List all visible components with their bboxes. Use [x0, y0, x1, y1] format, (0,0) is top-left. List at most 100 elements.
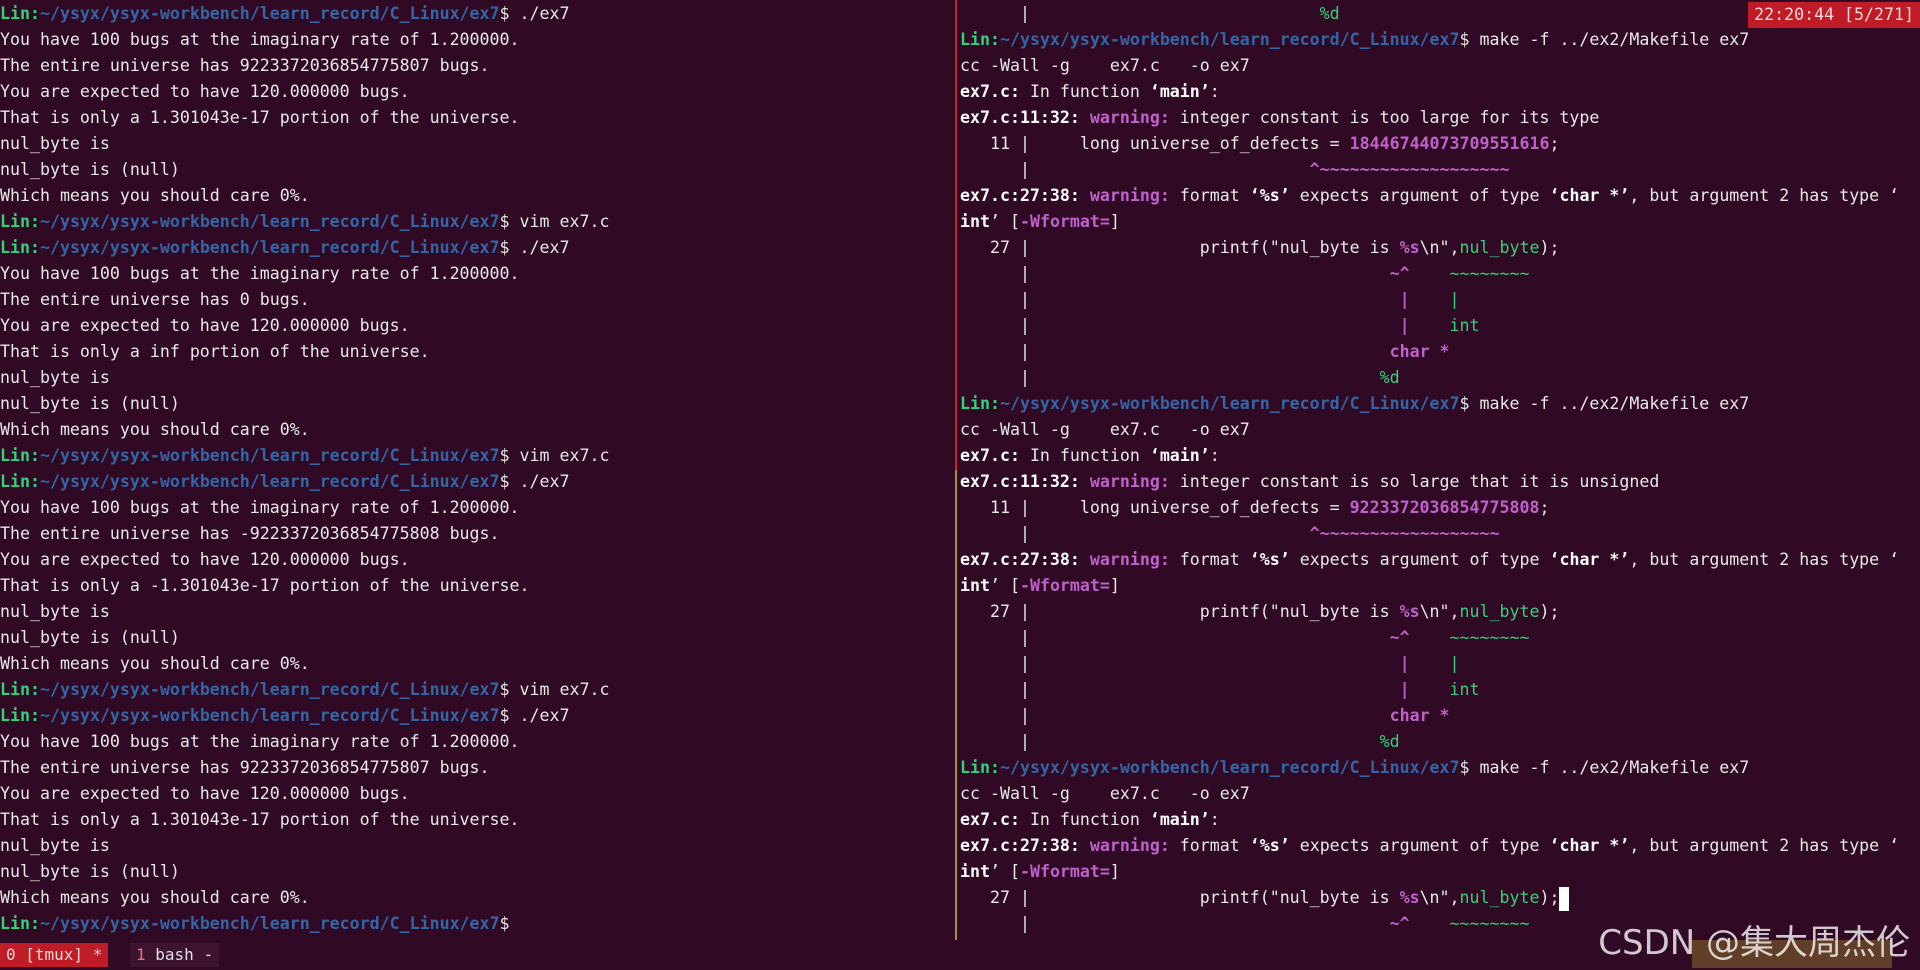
prompt-sigil: $: [1459, 758, 1470, 777]
prompt-path: ~/ysyx/ysyx-workbench/learn_record/C_Lin…: [999, 394, 1460, 413]
pane-divider-upper[interactable]: [955, 0, 957, 470]
prompt-path: ~/ysyx/ysyx-workbench/learn_record/C_Lin…: [39, 4, 500, 23]
prompt-sigil: $: [499, 914, 510, 933]
compiler-output-line: | | |: [960, 651, 1460, 677]
window-label: bash -: [145, 945, 214, 964]
output-line: You are expected to have 120.000000 bugs…: [0, 550, 410, 569]
pane-divider-lower[interactable]: [955, 470, 957, 940]
prompt-path: ~/ysyx/ysyx-workbench/learn_record/C_Lin…: [39, 238, 500, 257]
prompt-sigil: $: [499, 4, 510, 23]
output-segment: nul_byte: [1459, 888, 1540, 907]
output-segment: %d: [1029, 4, 1340, 23]
prompt-user: Lin:: [960, 394, 1000, 413]
prompt-line: Lin:~/ysyx/ysyx-workbench/learn_record/C…: [0, 443, 609, 469]
output-segment: ]: [1109, 576, 1120, 595]
output-segment: :: [1209, 810, 1220, 829]
output-segment: In function: [1019, 82, 1150, 101]
output-line: You are expected to have 120.000000 bugs…: [0, 316, 410, 335]
output-segment: ex7.c:11:32:: [960, 472, 1080, 491]
output-segment: |: [960, 914, 1390, 933]
output-segment: warning:: [1079, 550, 1170, 569]
output-line: You are expected to have 120.000000 bugs…: [0, 784, 410, 803]
output-segment: |: [960, 264, 1390, 283]
output-segment: |: [1399, 316, 1410, 335]
output-line: You have 100 bugs at the imaginary rate …: [0, 498, 520, 517]
prompt-line: Lin:~/ysyx/ysyx-workbench/learn_record/C…: [0, 703, 569, 729]
output-line: You have 100 bugs at the imaginary rate …: [0, 264, 520, 283]
output-segment: ]: [1109, 212, 1120, 231]
output-segment: \n",: [1419, 602, 1460, 621]
prompt-line: Lin:~/ysyx/ysyx-workbench/learn_record/C…: [960, 27, 1749, 53]
compiler-output-line: | ~^ ~~~~~~~~: [960, 911, 1530, 937]
prompt-line: Lin:~/ysyx/ysyx-workbench/learn_record/C…: [0, 209, 609, 235]
prompt-path: ~/ysyx/ysyx-workbench/learn_record/C_Lin…: [39, 446, 500, 465]
prompt-path: ~/ysyx/ysyx-workbench/learn_record/C_Lin…: [39, 472, 500, 491]
output-segment: ;: [1539, 498, 1550, 517]
output-segment: nul_byte: [1459, 602, 1540, 621]
output-segment: |: [960, 706, 1390, 725]
compiler-output-line: 11 | long universe_of_defects = 92233720…: [960, 495, 1549, 521]
output-line: That is only a 1.301043e-17 portion of t…: [0, 108, 520, 127]
output-segment: ex7.c:11:32:: [960, 108, 1080, 127]
output-segment: ’ [: [989, 212, 1020, 231]
prompt-sigil: $: [499, 706, 510, 725]
output-segment: warning:: [1079, 836, 1170, 855]
right-terminal-pane[interactable]: | %d Lin:~/ysyx/ysyx-workbench/learn_reco…: [960, 0, 1920, 940]
output-line: nul_byte is: [0, 836, 110, 855]
compiler-output-line: ex7.c: In function ‘main’:: [960, 79, 1220, 105]
left-terminal-pane[interactable]: Lin:~/ysyx/ysyx-workbench/learn_record/C…: [0, 0, 955, 940]
output-segment: , but argument 2 has type ‘: [1629, 186, 1900, 205]
prompt-path: ~/ysyx/ysyx-workbench/learn_record/C_Lin…: [999, 30, 1460, 49]
tmux-window-1[interactable]: 1 bash -: [130, 943, 220, 967]
compiler-output-line: 27 | printf("nul_byte is %s\n",nul_byte)…: [960, 599, 1559, 625]
output-segment: %d: [1029, 368, 1400, 387]
output-line: The entire universe has 9223372036854775…: [0, 758, 490, 777]
command-text: vim ex7.c: [509, 680, 610, 699]
command-text: vim ex7.c: [509, 446, 610, 465]
prompt-sigil: $: [499, 446, 510, 465]
compiler-output-line: int’ [-Wformat=]: [960, 209, 1120, 235]
prompt-line: Lin:~/ysyx/ysyx-workbench/learn_record/C…: [960, 755, 1749, 781]
output-segment: ‘char *’: [1549, 186, 1630, 205]
output-segment: int: [960, 576, 990, 595]
compiler-output-line: | char *: [960, 703, 1450, 729]
compiler-output-line: ex7.c:27:38: warning: format ‘%s’ expect…: [960, 833, 1899, 859]
output-segment: ;: [1549, 134, 1560, 153]
tmux-window-0[interactable]: 0 [tmux] *: [0, 943, 109, 967]
output-segment: \n",: [1419, 888, 1460, 907]
prompt-sigil: $: [1459, 30, 1470, 49]
compiler-output-line: cc -Wall -g ex7.c -o ex7: [960, 53, 1250, 79]
output-segment: format: [1169, 186, 1250, 205]
compiler-output-line: | ^~~~~~~~~~~~~~~~~~~~: [960, 157, 1510, 183]
output-segment: |: [960, 4, 1030, 23]
compiler-output-line: | | |: [960, 287, 1460, 313]
output-segment: );: [1539, 238, 1560, 257]
prompt-user: Lin:: [960, 758, 1000, 777]
output-segment: ’ [: [989, 862, 1020, 881]
command-text: ./ex7: [509, 472, 570, 491]
prompt-path: ~/ysyx/ysyx-workbench/learn_record/C_Lin…: [39, 680, 500, 699]
output-segment: |: [960, 290, 1400, 309]
command-text: make -f ../ex2/Makefile ex7: [1469, 30, 1750, 49]
prompt-path: ~/ysyx/ysyx-workbench/learn_record/C_Lin…: [999, 758, 1460, 777]
output-segment: integer constant is too large for its ty…: [1169, 108, 1600, 127]
compiler-output-line: | | int: [960, 313, 1480, 339]
output-segment: :: [1209, 82, 1220, 101]
compiler-output-line: | %d: [960, 365, 1400, 391]
prompt-path: ~/ysyx/ysyx-workbench/learn_record/C_Lin…: [39, 706, 500, 725]
window-index: 1: [136, 945, 146, 964]
output-segment: format: [1169, 550, 1250, 569]
output-line: That is only a inf portion of the univer…: [0, 342, 430, 361]
output-segment: integer constant is so large that it is …: [1169, 472, 1660, 491]
output-segment: ~~~~~~~~: [1409, 914, 1530, 933]
compiler-output-line: ex7.c:27:38: warning: format ‘%s’ expect…: [960, 547, 1899, 573]
output-segment: 27 | printf("nul_byte is: [960, 238, 1400, 257]
output-line: Which means you should care 0%.: [0, 888, 310, 907]
output-segment: 27 | printf("nul_byte is: [960, 602, 1400, 621]
output-segment: );: [1539, 602, 1560, 621]
output-segment: |: [960, 316, 1400, 335]
output-line: You are expected to have 120.000000 bugs…: [0, 82, 410, 101]
compiler-output-line: int’ [-Wformat=]: [960, 859, 1120, 885]
output-segment: ]: [1109, 862, 1120, 881]
output-segment: ‘main’: [1149, 810, 1210, 829]
